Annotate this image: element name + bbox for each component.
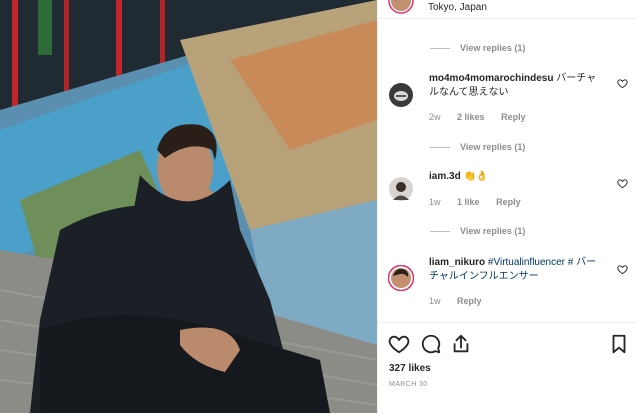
comment-text: iam.3d 👏👌 — [429, 170, 604, 184]
photo-illustration — [0, 0, 377, 413]
comment-meta: 2w 2 likes Reply — [429, 112, 540, 122]
commenter-avatar[interactable] — [388, 82, 414, 108]
view-replies-link[interactable]: View replies (1) — [430, 142, 525, 152]
view-replies-label: View replies (1) — [460, 142, 526, 152]
divider-line — [430, 230, 450, 232]
comment-username[interactable]: liam_nikuro — [429, 257, 485, 268]
author-avatar[interactable] — [388, 0, 414, 14]
comment-age: 2w — [429, 112, 441, 122]
likes-count[interactable]: 327 likes — [389, 363, 431, 374]
comment-meta: 1w Reply — [429, 296, 496, 306]
view-replies-label: View replies (1) — [460, 226, 526, 236]
commenter-avatar[interactable] — [388, 176, 414, 202]
heart-outline-icon[interactable] — [388, 333, 410, 355]
comment-body: 👏👌 — [463, 171, 489, 182]
heart-outline-icon[interactable] — [617, 178, 628, 189]
comment-meta: 1w 1 like Reply — [429, 197, 535, 207]
post-date: MARCH 30 — [389, 381, 428, 388]
heart-outline-icon[interactable] — [617, 78, 628, 89]
comment-bubble-icon[interactable] — [420, 333, 442, 355]
comment-likes[interactable]: 1 like — [457, 197, 480, 207]
post-photo[interactable] — [0, 0, 377, 413]
commenter-avatar[interactable] — [387, 264, 415, 292]
reply-button[interactable]: Reply — [501, 112, 526, 122]
hashtag-link[interactable]: #Virtualinfluencer — [488, 257, 565, 268]
heart-outline-icon[interactable] — [617, 264, 628, 275]
share-icon[interactable] — [450, 333, 472, 355]
comment-username[interactable]: iam.3d — [429, 171, 461, 182]
reply-button[interactable]: Reply — [496, 197, 521, 207]
comment-likes[interactable]: 2 likes — [457, 112, 485, 122]
post-actions: 327 likes MARCH 30 — [378, 322, 637, 414]
comment-text: liam_nikuro #Virtualinfluencer # バーチャルイン… — [429, 256, 604, 284]
view-replies-link[interactable]: View replies (1) — [430, 226, 525, 236]
reply-button[interactable]: Reply — [457, 296, 482, 306]
view-replies-link[interactable]: View replies (1) — [430, 43, 525, 53]
divider-line — [430, 146, 450, 148]
comment-age: 1w — [429, 296, 441, 306]
comments-panel: Tokyo, Japan View replies (1) mo4mo4moma… — [377, 0, 637, 413]
comment-age: 1w — [429, 197, 441, 207]
bookmark-icon[interactable] — [608, 333, 630, 355]
divider-line — [430, 47, 450, 49]
comment-username[interactable]: mo4mo4momarochindesu — [429, 73, 553, 84]
post-header: Tokyo, Japan — [378, 0, 637, 19]
comment-text: mo4mo4momarochindesu バーチャルなんて思えない — [429, 72, 604, 100]
post-location[interactable]: Tokyo, Japan — [428, 2, 487, 13]
view-replies-label: View replies (1) — [460, 43, 526, 53]
